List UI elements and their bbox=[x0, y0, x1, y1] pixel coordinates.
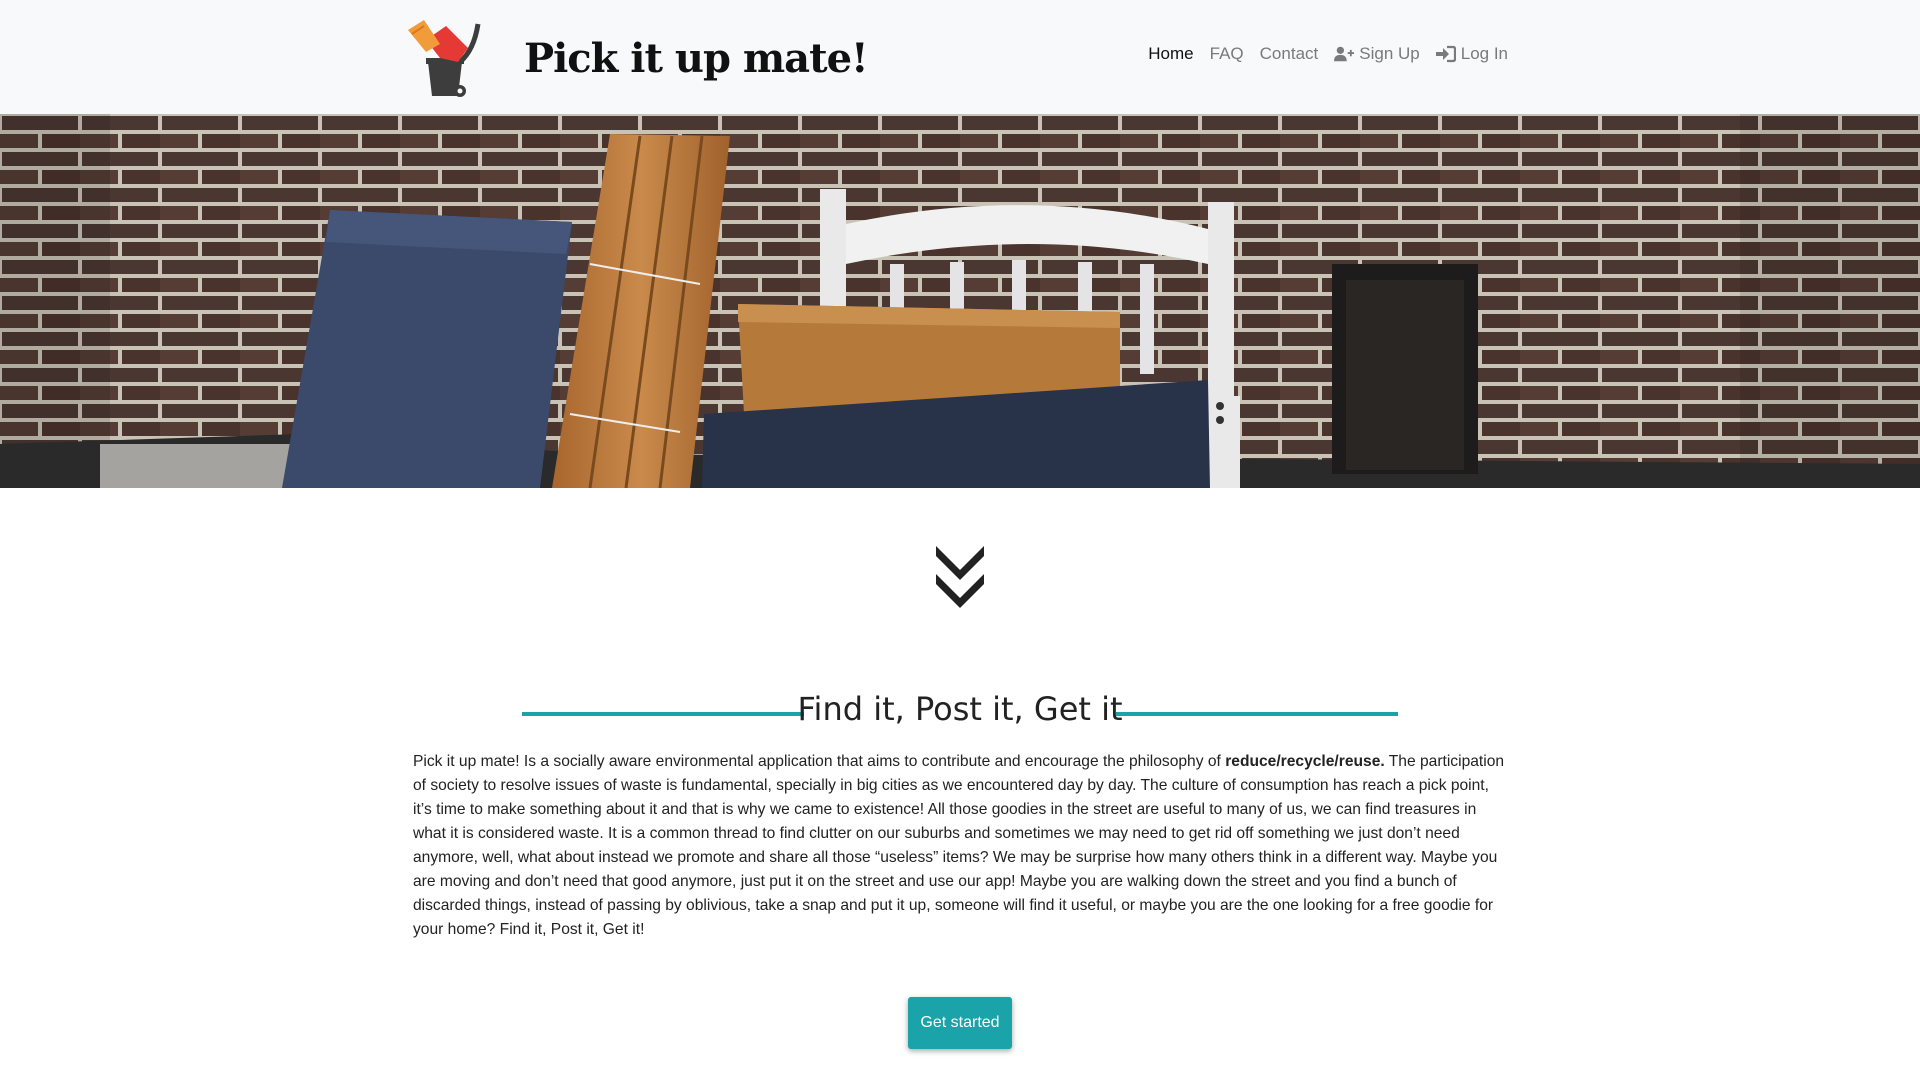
description-emphasis: reduce/recycle/reuse. bbox=[1225, 753, 1385, 770]
description-rest: The participation of society to resolve … bbox=[413, 753, 1505, 938]
double-chevron-down-icon[interactable] bbox=[932, 540, 988, 612]
nav-signup-label: Sign Up bbox=[1359, 44, 1420, 63]
nav-contact-label: Contact bbox=[1259, 44, 1319, 63]
section-heading: Find it, Post it, Get it bbox=[0, 686, 1920, 734]
nav-signup-link[interactable]: Sign Up bbox=[1334, 44, 1420, 64]
hero-image bbox=[0, 114, 1920, 488]
section-title: Find it, Post it, Get it bbox=[797, 690, 1123, 728]
nav-faq-label: FAQ bbox=[1209, 44, 1244, 63]
trash-bin-with-broom-logo-icon[interactable] bbox=[406, 18, 486, 98]
description-intro: Pick it up mate! Is a socially aware env… bbox=[413, 753, 1226, 770]
navbar: Pick it up mate! Home FAQ Contact Sign U… bbox=[0, 0, 1920, 114]
nav-login-label: Log In bbox=[1460, 44, 1508, 63]
nav-faq-link[interactable]: FAQ bbox=[1210, 44, 1244, 64]
get-started-button[interactable]: Get started bbox=[908, 997, 1012, 1049]
hero-furniture-photo bbox=[0, 114, 1920, 488]
nav-home-label: Home bbox=[1148, 44, 1194, 63]
sign-in-icon bbox=[1435, 45, 1456, 63]
user-plus-icon bbox=[1334, 46, 1355, 62]
description-paragraph: Pick it up mate! Is a socially aware env… bbox=[413, 750, 1507, 942]
brand[interactable]: Pick it up mate! bbox=[406, 18, 869, 98]
nav-home-link[interactable]: Home bbox=[1148, 44, 1193, 64]
heading-divider-right bbox=[1116, 712, 1398, 716]
nav-contact-link[interactable]: Contact bbox=[1260, 44, 1319, 64]
site-title: Pick it up mate! bbox=[524, 34, 869, 82]
nav-login-link[interactable]: Log In bbox=[1435, 44, 1508, 64]
main-nav: Home FAQ Contact Sign Up Log In bbox=[1148, 44, 1508, 64]
